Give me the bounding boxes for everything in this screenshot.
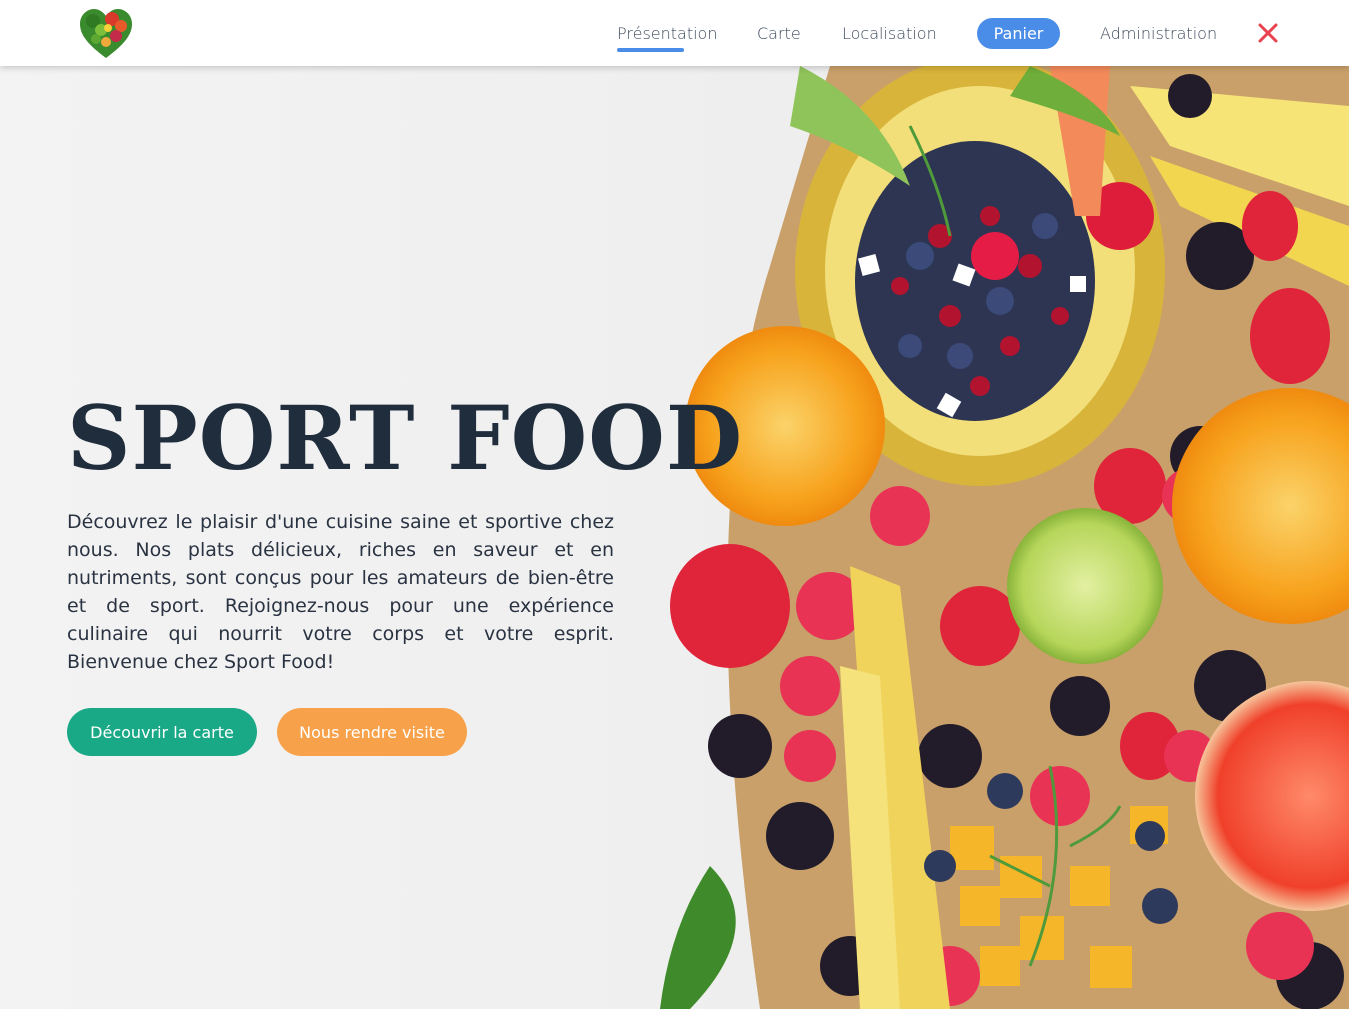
visit-us-button[interactable]: Nous rendre visite: [277, 708, 467, 756]
discover-menu-button[interactable]: Découvrir la carte: [67, 708, 257, 756]
hero-title: SPORT FOOD: [67, 386, 744, 490]
close-icon[interactable]: [1256, 21, 1280, 45]
nav-localisation[interactable]: Localisation: [842, 20, 937, 48]
nav-administration[interactable]: Administration: [1100, 20, 1217, 48]
nav-carte[interactable]: Carte: [757, 20, 801, 48]
hero-section: SPORT FOOD Découvrez le plaisir d'une cu…: [0, 66, 1349, 1009]
fruit-platter-image: [660, 66, 1349, 1009]
site-header: Présentation Carte Localisation Panier A…: [0, 0, 1349, 66]
heart-fruit-logo-icon[interactable]: [78, 6, 134, 62]
nav-panier[interactable]: Panier: [977, 18, 1060, 49]
hero-description: Découvrez le plaisir d'une cuisine saine…: [67, 511, 614, 673]
nav-presentation[interactable]: Présentation: [617, 20, 717, 52]
